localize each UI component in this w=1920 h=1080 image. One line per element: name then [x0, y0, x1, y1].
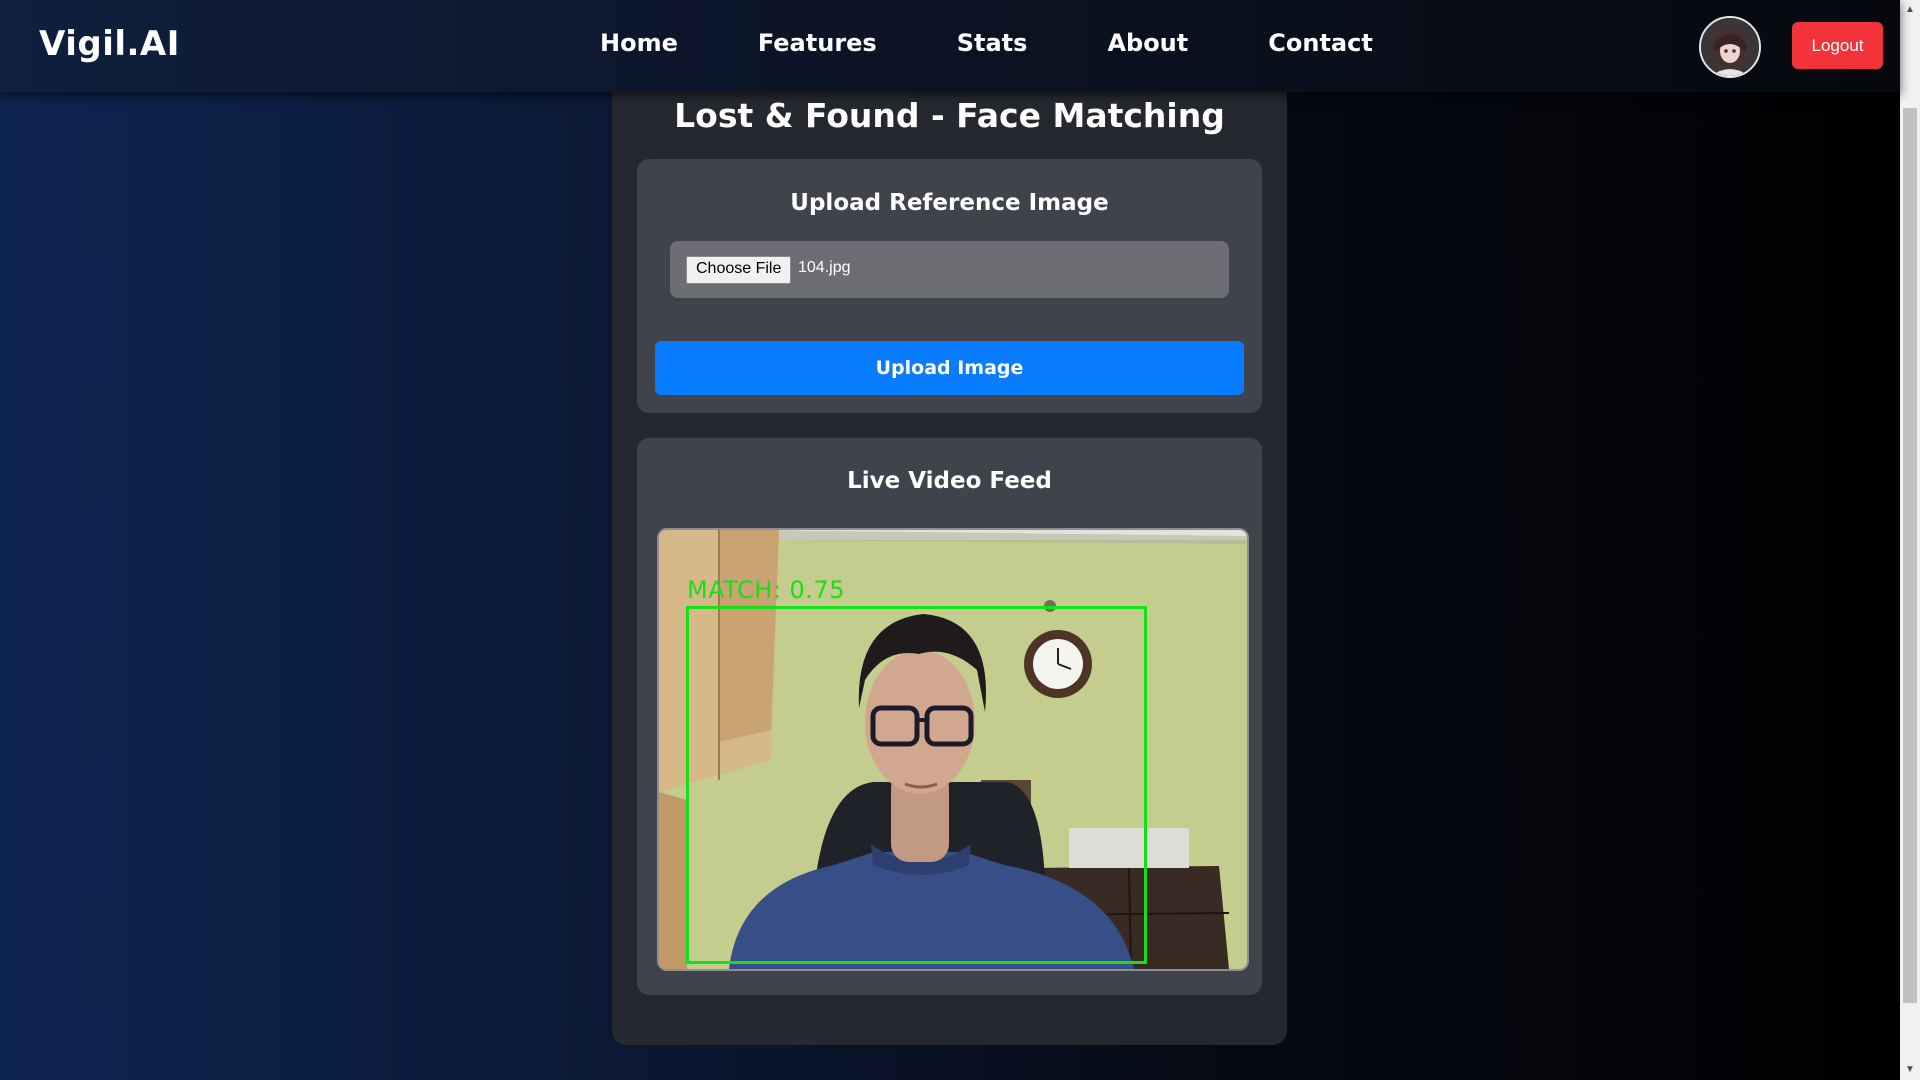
upload-panel-title: Upload Reference Image	[790, 190, 1109, 216]
choose-file-button[interactable]: Choose File	[686, 256, 792, 284]
nav-features[interactable]: Features	[758, 29, 877, 57]
logout-button[interactable]: Logout	[1792, 22, 1883, 69]
face-match-box	[686, 606, 1147, 964]
file-name: 104.jpg	[798, 259, 851, 276]
nav-stats[interactable]: Stats	[957, 29, 1028, 57]
scroll-down-arrow-icon[interactable]: ▼	[1900, 1060, 1920, 1080]
navbar: Vigil.AI Home Features Stats About Conta…	[0, 0, 1900, 92]
main-card: Lost & Found - Face Matching Upload Refe…	[612, 40, 1287, 1045]
scrollbar[interactable]: ▲ ▼	[1900, 0, 1920, 1080]
video-panel: Live Video Feed MATCH: 0.75	[637, 438, 1262, 995]
match-score-label: MATCH: 0.75	[687, 576, 845, 604]
file-input[interactable]: Choose File 104.jpg	[670, 241, 1229, 298]
upload-panel: Upload Reference Image Choose File 104.j…	[637, 159, 1262, 413]
nav-about[interactable]: About	[1107, 29, 1188, 57]
scroll-thumb[interactable]	[1903, 108, 1917, 1003]
avatar[interactable]	[1699, 16, 1761, 78]
video-panel-title: Live Video Feed	[847, 468, 1052, 494]
nav-contact[interactable]: Contact	[1268, 29, 1373, 57]
nav-home[interactable]: Home	[600, 29, 678, 57]
scroll-up-arrow-icon[interactable]: ▲	[1900, 0, 1920, 20]
live-video-feed: MATCH: 0.75	[657, 528, 1249, 971]
upload-image-button[interactable]: Upload Image	[655, 341, 1244, 395]
nav-links: Home Features Stats About Contact	[600, 29, 1373, 57]
brand-logo[interactable]: Vigil.AI	[39, 24, 180, 64]
page-title: Lost & Found - Face Matching	[674, 96, 1225, 135]
